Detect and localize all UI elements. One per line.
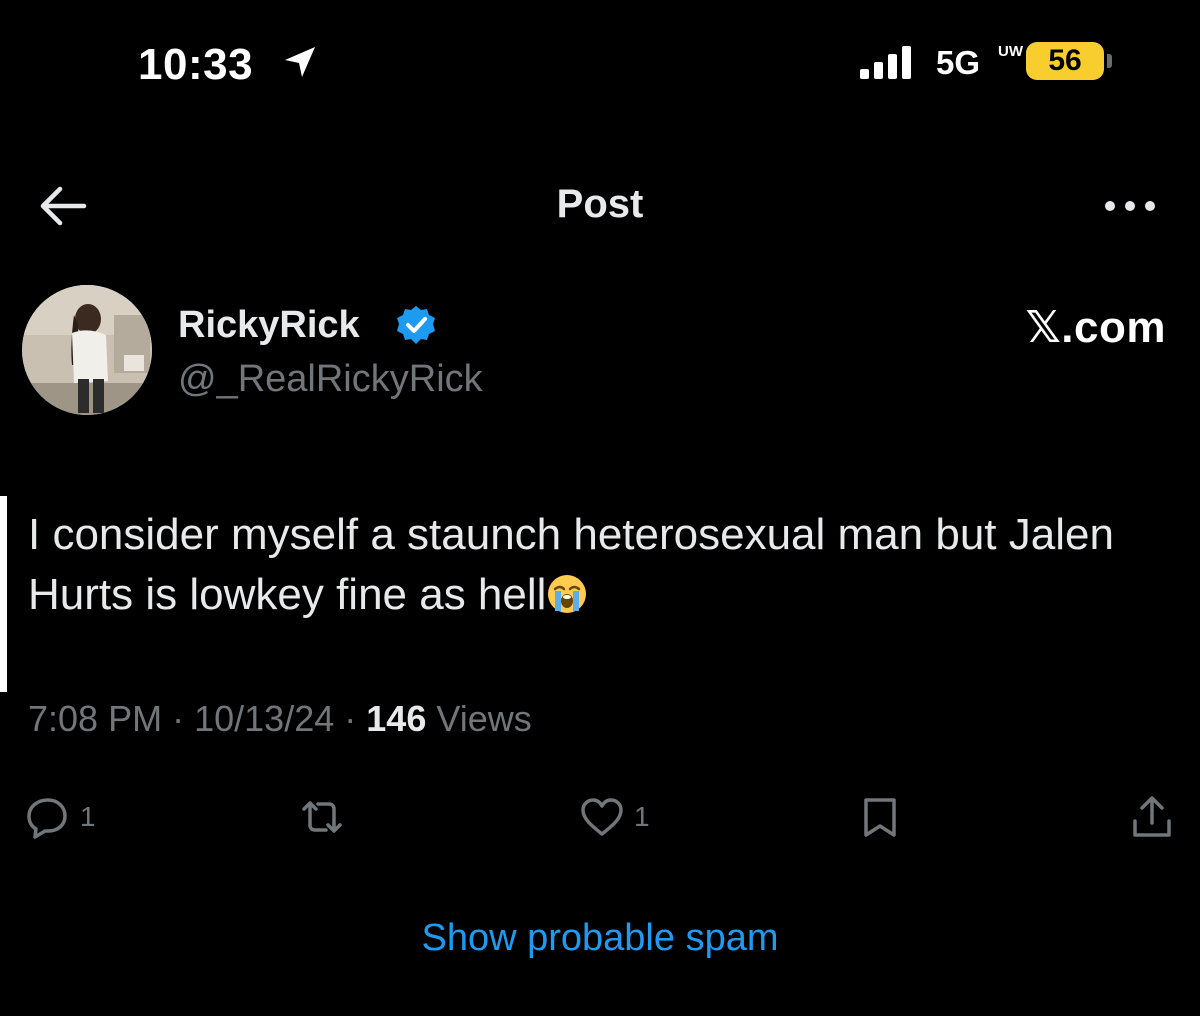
post-text: I consider myself a staunch heterosexual… (28, 505, 1178, 625)
battery-tip (1107, 54, 1112, 68)
watermark: 𝕏.com (1025, 303, 1166, 352)
repost-icon (302, 801, 342, 833)
battery-level: 56 (1026, 42, 1104, 80)
bookmark-button[interactable] (858, 792, 902, 842)
edge-bar (0, 496, 7, 692)
cellular-signal-icon (860, 46, 911, 79)
meta-separator: · (172, 698, 185, 739)
author-name[interactable]: RickyRick (178, 304, 360, 347)
post-time: 7:08 PM (28, 698, 163, 739)
page-title: Post (556, 182, 644, 226)
views-count: 146 (366, 698, 427, 739)
network-type: 5G (936, 44, 981, 81)
status-time: 10:33 (138, 40, 254, 89)
show-probable-spam-link[interactable]: Show probable spam (0, 917, 1200, 960)
network-subtype: UW (998, 43, 1023, 60)
reply-icon (27, 798, 67, 839)
more-horizontal-icon[interactable] (1100, 196, 1160, 216)
avatar-photo (22, 285, 152, 415)
views-label: Views (436, 698, 532, 739)
location-arrow-icon (285, 47, 315, 77)
share-button[interactable] (1130, 792, 1174, 842)
heart-icon (581, 798, 623, 836)
verified-badge-icon (397, 306, 435, 344)
share-icon (1133, 796, 1171, 837)
loudly-crying-face-icon (548, 575, 587, 613)
like-count: 1 (634, 801, 650, 832)
avatar[interactable] (22, 285, 152, 415)
post-meta: 7:08 PM · 10/13/24 · 146 Views (28, 698, 532, 740)
like-button[interactable]: 1 (580, 792, 650, 842)
bookmark-icon (864, 798, 896, 837)
meta-separator: · (344, 698, 357, 739)
repost-button[interactable] (300, 792, 344, 842)
author-handle[interactable]: @_RealRickyRick (178, 358, 483, 401)
post-date: 10/13/24 (194, 698, 335, 739)
reply-button[interactable]: 1 (26, 792, 96, 842)
reply-count: 1 (80, 801, 96, 832)
